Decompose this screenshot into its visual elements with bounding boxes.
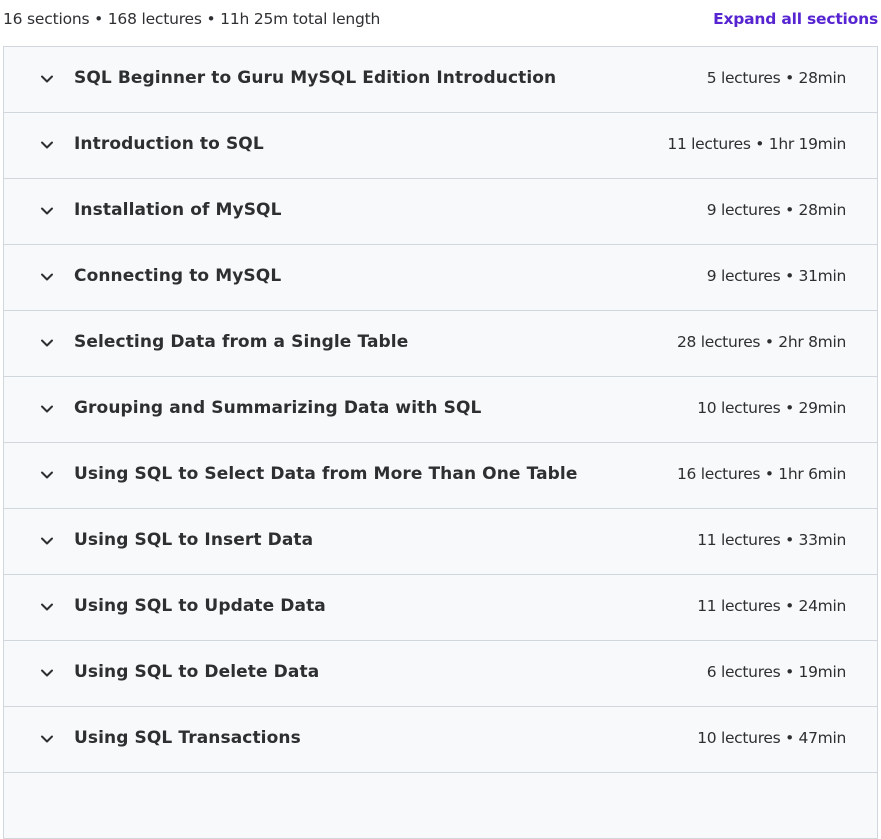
chevron-down-icon (40, 337, 54, 349)
section-row[interactable]: Grouping and Summarizing Data with SQL 10… (4, 377, 877, 443)
curriculum-summary: 16 sections • 168 lectures • 11h 25m tot… (3, 10, 381, 28)
section-lecture-count: 10 lectures • 29min (697, 399, 846, 417)
curriculum-section-list: SQL Beginner to Guru MySQL Edition Intro… (3, 46, 878, 839)
section-row[interactable]: Using SQL to Insert Data 11 lectures • 33… (4, 509, 877, 575)
section-row[interactable]: Using SQL to Update Data 11 lectures • 24… (4, 575, 877, 641)
section-title: Installation of MySQL (74, 200, 282, 220)
section-lecture-count: 11 lectures • 33min (697, 531, 846, 549)
section-lecture-count: 16 lectures • 1hr 6min (676, 465, 846, 483)
section-title: Introduction to SQL (74, 134, 264, 154)
section-lecture-count: 28 lectures • 2hr 8min (676, 333, 846, 351)
section-title: Selecting Data from a Single Table (74, 332, 409, 352)
section-title: Using SQL to Delete Data (74, 662, 320, 682)
chevron-down-icon (40, 73, 54, 85)
chevron-down-icon (40, 601, 54, 613)
section-title: Connecting to MySQL (74, 266, 282, 286)
section-row[interactable]: Using SQL to Delete Data 6 lectures • 19m… (4, 641, 877, 707)
section-title: SQL Beginner to Guru MySQL Edition Intro… (74, 68, 557, 88)
chevron-down-icon (40, 469, 54, 481)
section-row[interactable] (4, 773, 877, 839)
chevron-down-icon (40, 139, 54, 151)
chevron-down-icon (40, 535, 54, 547)
section-row[interactable]: SQL Beginner to Guru MySQL Edition Intro… (4, 47, 877, 113)
section-row[interactable]: Installation of MySQL 9 lectures • 28min (4, 179, 877, 245)
expand-all-sections-button[interactable]: Expand all sections (713, 10, 878, 28)
chevron-down-icon (40, 733, 54, 745)
section-row[interactable]: Using SQL to Select Data from More Than … (4, 443, 877, 509)
section-title: Grouping and Summarizing Data with SQL (74, 398, 482, 418)
section-title: Using SQL to Update Data (74, 596, 326, 616)
section-row[interactable]: Selecting Data from a Single Table 28 lec… (4, 311, 877, 377)
chevron-down-icon (40, 271, 54, 283)
section-lecture-count: 5 lectures • 28min (706, 69, 847, 87)
section-row[interactable]: Connecting to MySQL 9 lectures • 31min (4, 245, 877, 311)
section-lecture-count: 9 lectures • 31min (706, 267, 847, 285)
section-title: Using SQL to Insert Data (74, 530, 314, 550)
chevron-down-icon (40, 667, 54, 679)
chevron-down-icon (40, 403, 54, 415)
section-lecture-count: 11 lectures • 24min (697, 597, 846, 615)
chevron-down-icon (40, 205, 54, 217)
section-lecture-count: 10 lectures • 47min (697, 729, 846, 747)
section-row[interactable]: Using SQL Transactions 10 lectures • 47mi… (4, 707, 877, 773)
curriculum-summary-bar: 16 sections • 168 lectures • 11h 25m tot… (0, 0, 881, 40)
section-lecture-count: 11 lectures • 1hr 19min (667, 135, 846, 153)
section-row[interactable]: Introduction to SQL 11 lectures • 1hr 19m… (4, 113, 877, 179)
section-lecture-count: 6 lectures • 19min (706, 663, 847, 681)
section-title: Using SQL to Select Data from More Than … (74, 464, 578, 484)
section-title: Using SQL Transactions (74, 728, 301, 748)
section-lecture-count: 9 lectures • 28min (706, 201, 847, 219)
